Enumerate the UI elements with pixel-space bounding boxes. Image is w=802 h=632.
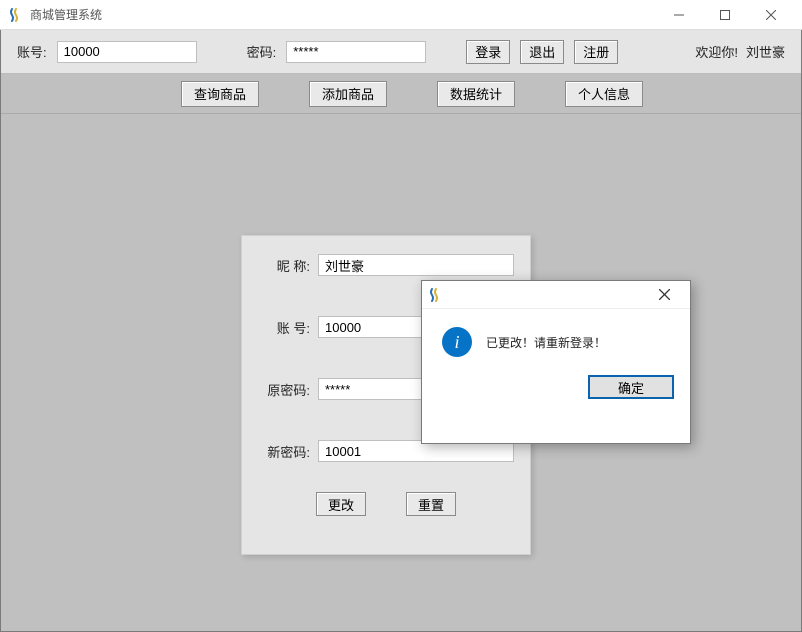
welcome-user: 刘世豪 <box>746 42 785 61</box>
nav-add-goods[interactable]: 添加商品 <box>309 81 387 107</box>
nav-toolbar: 查询商品 添加商品 数据统计 个人信息 <box>1 74 801 114</box>
form-account-label: 账 号: <box>258 318 310 337</box>
window-titlebar: 商城管理系统 <box>0 0 802 30</box>
dialog-message: 已更改！请重新登录！ <box>486 334 606 351</box>
app-icon <box>8 7 24 23</box>
message-dialog: i 已更改！请重新登录！ 确定 <box>421 280 691 444</box>
old-password-label: 原密码: <box>258 380 310 399</box>
login-button[interactable]: 登录 <box>466 40 510 64</box>
login-toolbar: 账号: 密码: 登录 退出 注册 欢迎你! 刘世豪 <box>1 30 801 74</box>
logout-button[interactable]: 退出 <box>520 40 564 64</box>
change-button[interactable]: 更改 <box>316 492 366 516</box>
dialog-ok-button[interactable]: 确定 <box>588 375 674 399</box>
password-input[interactable] <box>286 41 426 63</box>
nav-profile[interactable]: 个人信息 <box>565 81 643 107</box>
dialog-close-button[interactable] <box>644 282 684 308</box>
reset-button[interactable]: 重置 <box>406 492 456 516</box>
nav-stats[interactable]: 数据统计 <box>437 81 515 107</box>
account-label: 账号: <box>17 42 47 61</box>
close-button[interactable] <box>748 0 794 30</box>
dialog-titlebar <box>422 281 690 309</box>
nickname-input[interactable] <box>318 254 514 276</box>
maximize-button[interactable] <box>702 0 748 30</box>
dialog-app-icon <box>428 287 444 303</box>
account-input[interactable] <box>57 41 197 63</box>
register-button[interactable]: 注册 <box>574 40 618 64</box>
new-password-label: 新密码: <box>258 442 310 461</box>
minimize-button[interactable] <box>656 0 702 30</box>
work-area: 账号: 密码: 登录 退出 注册 欢迎你! 刘世豪 查询商品 添加商品 数据统计… <box>0 30 802 632</box>
nav-query-goods[interactable]: 查询商品 <box>181 81 259 107</box>
window-title: 商城管理系统 <box>30 6 102 23</box>
welcome-prefix: 欢迎你! <box>695 42 738 61</box>
nickname-label: 昵 称: <box>258 256 310 275</box>
info-icon: i <box>442 327 472 357</box>
password-label: 密码: <box>247 42 277 61</box>
